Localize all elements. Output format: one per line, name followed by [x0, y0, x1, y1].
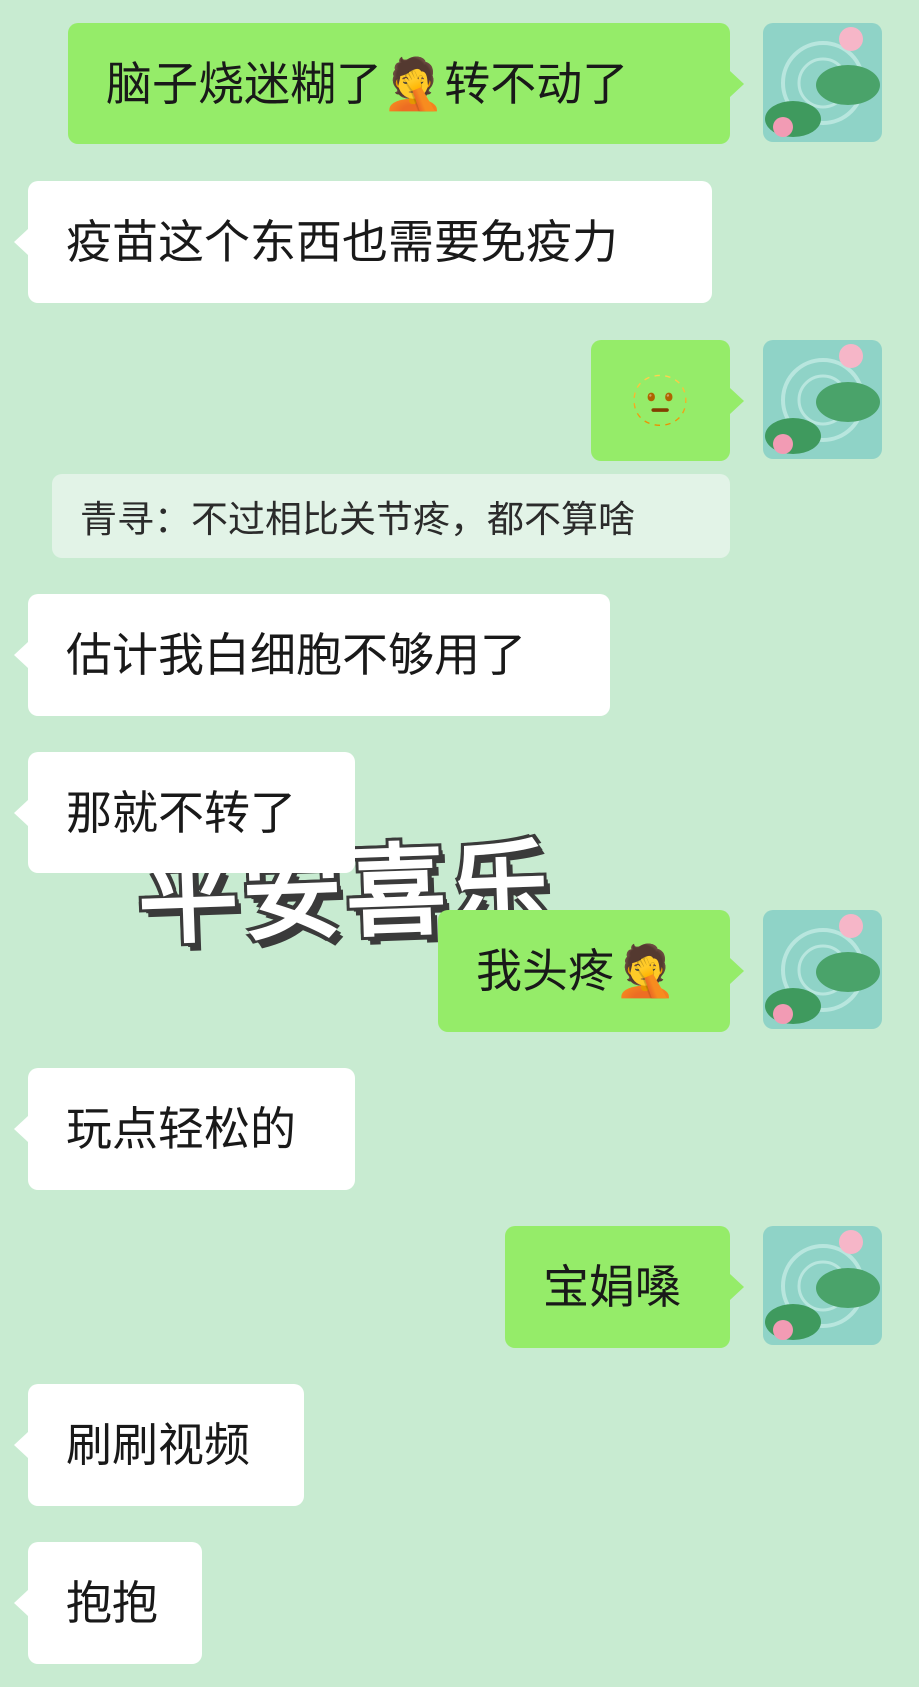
message-text: 估计我白细胞不够用了 — [66, 628, 526, 682]
message-text: 那就不转了 — [66, 785, 296, 840]
message-text: 转不动了 — [444, 56, 629, 111]
message-bubble-incoming[interactable]: 抱抱 — [14, 1542, 202, 1664]
person-emoji-icon: 🫥 — [629, 371, 692, 430]
message-bubble-outgoing[interactable]: 宝娟嗓 — [505, 1226, 744, 1348]
message-text: 我头疼 — [476, 944, 614, 998]
message-text: 刷刷视频 — [66, 1418, 250, 1472]
message-bubble-incoming[interactable]: 那就不转了 — [14, 752, 355, 873]
lotus-pond-avatar-icon — [763, 1226, 882, 1345]
lotus-pond-avatar-icon — [763, 340, 882, 459]
quoted-message-text: 青寻：不过相比关节疼，都不算啥 — [80, 498, 635, 541]
message-text: 玩点轻松的 — [66, 1102, 296, 1156]
facepalm-emoji-icon: 🤦 — [614, 942, 677, 1000]
quoted-message[interactable]: 青寻：不过相比关节疼，都不算啥 — [52, 474, 730, 558]
message-text: 脑子烧迷糊了 — [106, 56, 382, 111]
lotus-pond-avatar-icon — [763, 910, 882, 1029]
facepalm-emoji-icon: 🤦 — [382, 54, 445, 113]
message-text: 宝娟嗓 — [543, 1260, 681, 1314]
message-text: 疫苗这个东西也需要免疫力 — [66, 215, 618, 269]
user-avatar[interactable] — [763, 23, 882, 142]
message-text: 抱抱 — [66, 1576, 158, 1630]
message-bubble-outgoing[interactable]: 脑子烧迷糊了 🤦 转不动了 — [68, 23, 744, 144]
message-bubble-incoming[interactable]: 估计我白细胞不够用了 — [14, 594, 610, 716]
user-avatar[interactable] — [763, 340, 882, 459]
message-bubble-incoming[interactable]: 玩点轻松的 — [14, 1068, 355, 1190]
user-avatar[interactable] — [763, 910, 882, 1029]
message-bubble-outgoing[interactable]: 我头疼 🤦 — [438, 910, 744, 1032]
user-avatar[interactable] — [763, 1226, 882, 1345]
message-bubble-incoming[interactable]: 刷刷视频 — [14, 1384, 304, 1506]
message-bubble-outgoing[interactable]: 🫥 — [591, 340, 744, 461]
lotus-pond-avatar-icon — [763, 23, 882, 142]
message-bubble-incoming[interactable]: 疫苗这个东西也需要免疫力 — [14, 181, 712, 303]
